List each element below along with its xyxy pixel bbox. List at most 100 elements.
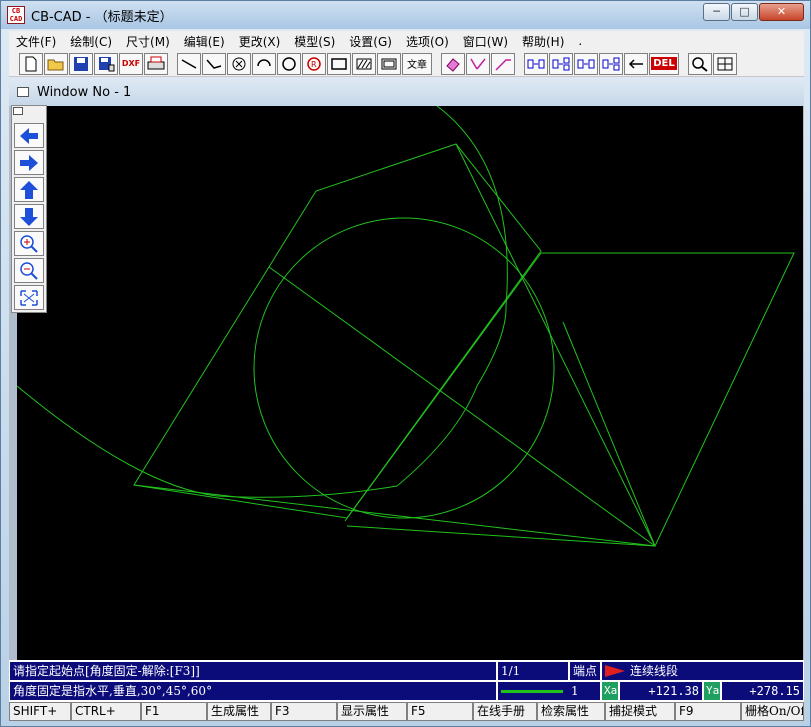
menu-edit[interactable]: 编辑(E) — [177, 33, 232, 50]
menu-change[interactable]: 更改(X) — [232, 33, 288, 50]
zoom-in-icon — [20, 234, 38, 253]
title-bar[interactable]: CB CAD CB-CAD - （标题未定） ─ □ ✕ — [1, 1, 810, 29]
shift-key[interactable]: SHIFT+ — [9, 702, 71, 721]
open-file-button[interactable] — [44, 52, 68, 75]
save-as-button[interactable] — [94, 52, 118, 75]
large-arc — [17, 106, 508, 498]
zoom-in-button[interactable] — [14, 231, 44, 256]
menu-draw[interactable]: 绘制(C) — [63, 33, 119, 50]
save-button[interactable] — [69, 52, 93, 75]
leader-tool-button[interactable] — [491, 52, 515, 75]
diagonal-line-1 — [268, 266, 656, 547]
svg-text:R: R — [311, 60, 317, 69]
zoom-search-button[interactable] — [688, 52, 712, 75]
grid-toggle-button[interactable]: 栅格On/Off — [741, 702, 804, 721]
arrow-down-icon — [20, 207, 38, 226]
menu-model[interactable]: 模型(S) — [287, 33, 342, 50]
menu-file[interactable]: 文件(F) — [9, 33, 63, 50]
circle-icon — [232, 57, 246, 70]
function-key-bar: SHIFT+ CTRL+ F1 生成属性 F3 显示属性 F5 在线手册 检索属… — [9, 702, 804, 721]
mirror-icon — [577, 59, 595, 68]
menu-settings[interactable]: 设置(G) — [342, 33, 399, 50]
hatch-icon — [356, 58, 372, 69]
array-icon — [602, 57, 620, 70]
f3-key[interactable]: F3 — [271, 702, 337, 721]
dxf-button[interactable]: DXF — [119, 52, 143, 75]
menu-extra[interactable]: . — [571, 34, 589, 48]
app-icon[interactable]: CB CAD — [7, 6, 25, 24]
zoom-out-button[interactable] — [14, 258, 44, 283]
menu-help[interactable]: 帮助(H) — [515, 33, 571, 50]
bottom-edge — [133, 484, 656, 547]
pan-right-button[interactable] — [14, 150, 44, 175]
online-manual-button[interactable]: 在线手册 — [473, 702, 537, 721]
mdi-area: Window No - 1 — [9, 78, 804, 660]
undo-arrow-button[interactable] — [624, 52, 648, 75]
more-tools-button[interactable] — [713, 52, 737, 75]
arc-icon — [257, 58, 271, 66]
magnifier-icon — [692, 56, 708, 72]
maximize-button[interactable]: □ — [731, 3, 758, 21]
drawing-canvas[interactable] — [17, 106, 803, 660]
xa-value: +121.38 — [619, 681, 703, 701]
mirror-button[interactable] — [574, 52, 598, 75]
frame-icon — [381, 58, 397, 69]
app-window: CB CAD CB-CAD - （标题未定） ─ □ ✕ 文件(F) 绘制(C) … — [0, 0, 811, 727]
display-attributes-button[interactable]: 显示属性 — [337, 702, 407, 721]
copy-icon — [527, 59, 545, 68]
snap-mode-button[interactable]: 捕捉模式 — [605, 702, 675, 721]
arc-tool-button[interactable] — [252, 52, 276, 75]
circle-tool-button[interactable] — [227, 52, 251, 75]
hatch-tool-button[interactable] — [352, 52, 376, 75]
f5-key[interactable]: F5 — [407, 702, 473, 721]
draw-mode: 连续线段 — [601, 661, 804, 681]
frame-tool-button[interactable] — [377, 52, 401, 75]
polyline-tool-button[interactable] — [202, 52, 226, 75]
text-tool-button[interactable]: 文章 — [402, 52, 432, 75]
pan-up-button[interactable] — [14, 177, 44, 202]
left-arrow-icon — [628, 58, 643, 69]
tangent-line — [346, 525, 656, 547]
open-folder-icon — [47, 59, 64, 70]
arrow-right-icon — [20, 154, 38, 171]
status-area: 请指定起始点[角度固定-解除:[F3]] 1/1 端点 连续线段 角度固定是指水… — [9, 660, 804, 702]
status-row-1: 请指定起始点[角度固定-解除:[F3]] 1/1 端点 连续线段 — [9, 661, 804, 681]
rectangle-tool-button[interactable] — [327, 52, 351, 75]
search-attributes-button[interactable]: 检索属性 — [537, 702, 605, 721]
line-width-indicator: 1 — [497, 681, 601, 701]
rotate-tool-button[interactable] — [277, 52, 301, 75]
dimension-icon — [470, 58, 486, 69]
eraser-button[interactable] — [441, 52, 465, 75]
move-button[interactable] — [549, 52, 573, 75]
radius-tool-button[interactable]: R — [302, 52, 326, 75]
zoom-extents-button[interactable] — [14, 285, 44, 310]
menu-dimension[interactable]: 尺寸(M) — [119, 33, 177, 50]
menu-window[interactable]: 窗口(W) — [456, 33, 515, 50]
drawing-svg[interactable] — [17, 106, 803, 660]
new-file-button[interactable] — [19, 52, 43, 75]
ctrl-key[interactable]: CTRL+ — [71, 702, 141, 721]
f1-key[interactable]: F1 — [141, 702, 207, 721]
generate-attributes-button[interactable]: 生成属性 — [207, 702, 271, 721]
fit-window-icon — [20, 289, 38, 306]
child-window-title-bar[interactable]: Window No - 1 — [9, 78, 804, 106]
print-button[interactable] — [144, 52, 168, 75]
arrow-left-icon — [20, 127, 38, 144]
line-tool-button[interactable] — [177, 52, 201, 75]
child-window-icon[interactable] — [17, 87, 29, 97]
palette-close-button[interactable] — [13, 107, 23, 115]
array-button[interactable] — [599, 52, 623, 75]
close-button[interactable]: ✕ — [759, 3, 804, 21]
dimension-tool-button[interactable] — [466, 52, 490, 75]
menu-options[interactable]: 选项(O) — [399, 33, 456, 50]
window-title: CB-CAD - （标题未定） — [31, 9, 173, 25]
right-quadrilateral — [541, 252, 795, 548]
minimize-button[interactable]: ─ — [703, 3, 730, 21]
pan-down-button[interactable] — [14, 204, 44, 229]
copy-button[interactable] — [524, 52, 548, 75]
f9-key[interactable]: F9 — [675, 702, 741, 721]
polyline-icon — [206, 59, 222, 69]
print-icon — [147, 56, 165, 69]
pan-left-button[interactable] — [14, 123, 44, 148]
delete-button[interactable]: DEL — [649, 52, 679, 75]
